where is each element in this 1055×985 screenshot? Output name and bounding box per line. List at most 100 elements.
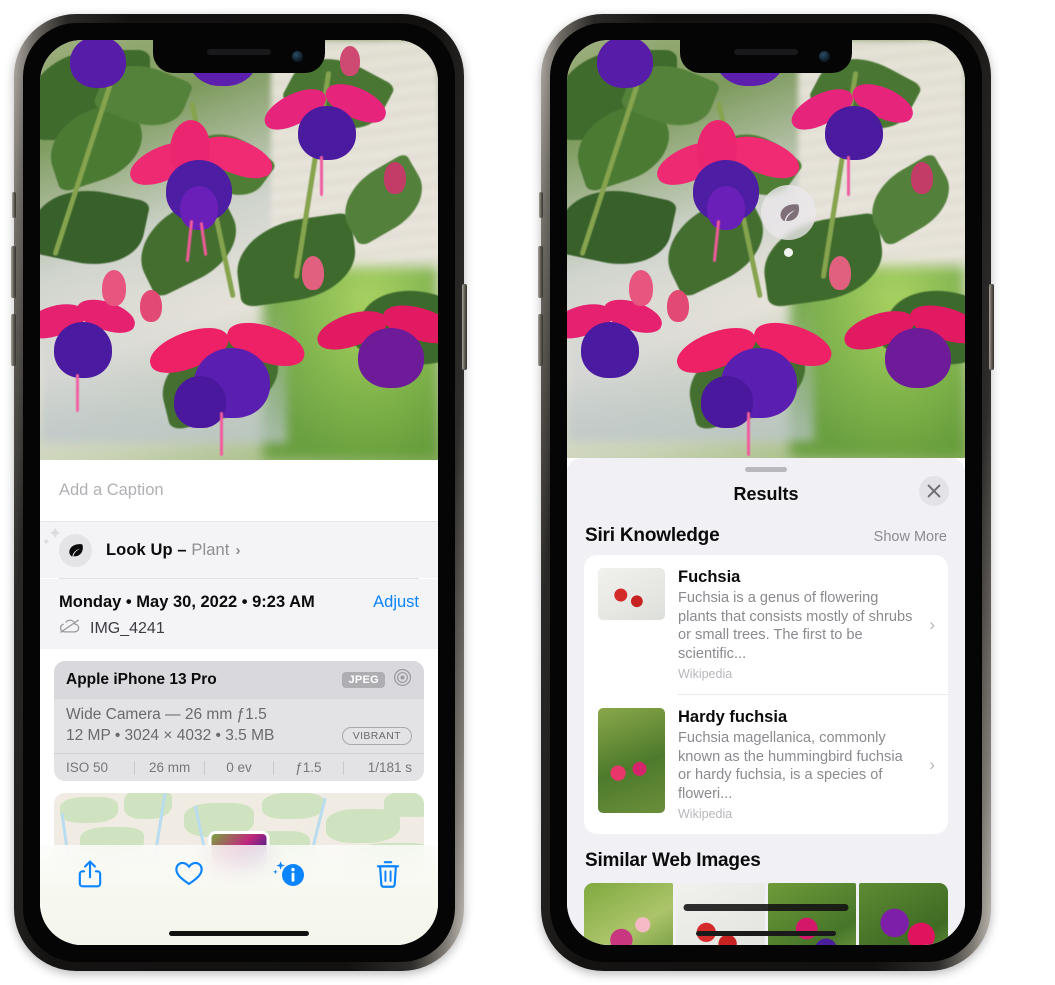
- caption-placeholder: Add a Caption: [59, 481, 164, 499]
- device-bezel: Results Siri Knowledge Show More Fuchsia…: [550, 23, 982, 962]
- chevron-right-icon: ›: [235, 541, 241, 559]
- chevron-right-icon: ›: [929, 614, 935, 634]
- camera-card-header: Apple iPhone 13 Pro JPEG: [54, 661, 424, 699]
- favorite-button[interactable]: [140, 859, 240, 887]
- volume-up-button[interactable]: [538, 246, 543, 298]
- delete-button[interactable]: [339, 859, 439, 889]
- front-camera-icon: [292, 51, 303, 62]
- mute-switch[interactable]: [12, 192, 16, 218]
- knowledge-description: Fuchsia magellanica, commonly known as t…: [678, 730, 903, 802]
- mute-switch[interactable]: [539, 192, 543, 218]
- camera-model: Apple iPhone 13 Pro: [66, 671, 217, 688]
- look-up-subject: Plant: [191, 540, 230, 559]
- visual-lookup-anchor-dot: [784, 248, 793, 257]
- knowledge-row-fuchsia[interactable]: Fuchsia Fuchsia is a genus of flowering …: [584, 555, 948, 694]
- fuchsia-blossom: [567, 288, 671, 418]
- exif-aperture: ƒ1.5: [295, 760, 322, 775]
- fuchsia-blossom: [144, 302, 318, 456]
- results-sheet: Results Siri Knowledge Show More Fuchsia…: [567, 458, 965, 945]
- look-up-label: Look Up – Plant ›: [106, 541, 241, 560]
- volume-down-button[interactable]: [11, 314, 16, 366]
- image-specs: 12 MP • 3024 × 4032 • 3.5 MB: [66, 727, 275, 744]
- fuchsia-blossom: [839, 288, 965, 428]
- photo-fuchsia-flowers[interactable]: [567, 40, 965, 458]
- exif-exposure-value: 0 ev: [226, 760, 252, 775]
- icloud-slash-icon: [59, 618, 81, 639]
- screenshot-stage: Add a Caption ✦ ✦ Look Up – Plant › Mond…: [0, 0, 1055, 985]
- exif-shutter-speed: 1/181 s: [367, 760, 413, 775]
- knowledge-row-hardy-fuchsia[interactable]: Hardy fuchsia Fuchsia magellanica, commo…: [584, 695, 948, 834]
- exif-focal-length: 26 mm: [148, 760, 191, 775]
- photo-metadata: Monday • May 30, 2022 • 9:23 AM Adjust I…: [40, 579, 438, 649]
- photo-fuchsia-flowers[interactable]: [40, 40, 438, 460]
- fuchsia-blossom: [567, 40, 687, 116]
- iphone-left-device: Add a Caption ✦ ✦ Look Up – Plant › Mond…: [11, 14, 467, 971]
- visual-lookup-results-screen: Results Siri Knowledge Show More Fuchsia…: [567, 40, 965, 945]
- exif-iso: ISO 50: [66, 760, 109, 775]
- flower-bud: [302, 256, 324, 290]
- knowledge-thumbnail: [598, 708, 665, 814]
- chevron-right-icon: ›: [929, 754, 935, 774]
- photo-filename: IMG_4241: [90, 619, 165, 637]
- visual-lookup-badge[interactable]: [761, 185, 816, 240]
- camera-info-card[interactable]: Apple iPhone 13 Pro JPEG Wide Camera — 2…: [54, 661, 424, 781]
- flower-bud: [340, 46, 360, 76]
- photo-date: Monday • May 30, 2022 • 9:23 AM: [59, 593, 315, 611]
- photo-toolbar: [40, 845, 438, 945]
- results-title: Results: [733, 483, 799, 504]
- siri-knowledge-title: Siri Knowledge: [585, 525, 720, 546]
- flower-bud: [140, 290, 162, 322]
- flower-bud: [667, 290, 689, 322]
- flower-bud: [102, 270, 126, 306]
- volume-down-button[interactable]: [538, 314, 543, 366]
- show-more-button[interactable]: Show More: [874, 529, 947, 545]
- look-up-row[interactable]: ✦ ✦ Look Up – Plant ›: [40, 522, 438, 578]
- sparkle-icon-small: ✦: [42, 536, 51, 548]
- photos-detail-screen: Add a Caption ✦ ✦ Look Up – Plant › Mond…: [40, 40, 438, 945]
- scroll-indicator[interactable]: [683, 904, 849, 911]
- caption-input-row[interactable]: Add a Caption: [40, 460, 438, 522]
- flower-bud: [829, 256, 851, 290]
- close-icon[interactable]: [919, 476, 949, 506]
- knowledge-source: Wikipedia: [678, 667, 733, 682]
- home-indicator[interactable]: [169, 931, 309, 936]
- flower-bud: [911, 162, 933, 194]
- similar-image-1[interactable]: [584, 883, 673, 945]
- power-button[interactable]: [462, 284, 467, 370]
- exif-row: ISO 50 26 mm 0 ev ƒ1.5 1/181 s: [54, 753, 424, 781]
- camera-card-body: Wide Camera — 26 mm ƒ1.5 12 MP • 3024 × …: [54, 699, 424, 753]
- knowledge-source: Wikipedia: [678, 807, 733, 822]
- results-header: Results: [567, 472, 965, 516]
- flower-bud: [629, 270, 653, 306]
- knowledge-title: Hardy fuchsia: [678, 708, 788, 727]
- device-bezel: Add a Caption ✦ ✦ Look Up – Plant › Mond…: [23, 23, 455, 962]
- file-format-badge: JPEG: [342, 672, 385, 688]
- info-button[interactable]: [239, 859, 339, 889]
- fuchsia-blossom: [312, 288, 438, 428]
- share-button[interactable]: [40, 859, 140, 889]
- knowledge-description: Fuchsia is a genus of flowering plants t…: [678, 589, 913, 662]
- device-notch: [680, 40, 852, 73]
- similar-image-4[interactable]: [859, 883, 948, 945]
- fuchsia-blossom: [671, 302, 845, 456]
- leaf-icon: ✦ ✦: [42, 525, 92, 567]
- similar-web-images-title: Similar Web Images: [585, 850, 761, 872]
- knowledge-thumbnail: [598, 568, 665, 620]
- front-camera-icon: [819, 51, 830, 62]
- siri-knowledge-header: Siri Knowledge Show More: [567, 516, 965, 555]
- knowledge-title: Fuchsia: [678, 568, 741, 586]
- adjust-button[interactable]: Adjust: [373, 593, 419, 612]
- power-button[interactable]: [989, 284, 994, 370]
- lens-info: Wide Camera — 26 mm ƒ1.5: [66, 706, 267, 723]
- earpiece-speaker: [207, 49, 271, 55]
- flower-bud: [384, 162, 406, 194]
- siri-knowledge-card: Fuchsia Fuchsia is a genus of flowering …: [584, 555, 948, 835]
- home-indicator[interactable]: [696, 931, 836, 936]
- earpiece-speaker: [734, 49, 798, 55]
- photographic-style-badge: VIBRANT: [341, 727, 412, 745]
- fuchsia-blossom: [40, 288, 144, 418]
- aperture-icon: [393, 668, 412, 692]
- similar-web-images-header: Similar Web Images: [567, 834, 965, 881]
- fuchsia-blossom: [40, 40, 160, 116]
- volume-up-button[interactable]: [11, 246, 16, 298]
